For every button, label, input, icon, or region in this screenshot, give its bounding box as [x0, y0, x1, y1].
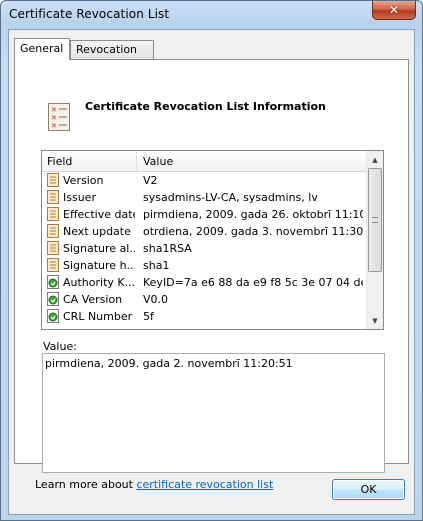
extension-icon — [47, 292, 59, 306]
arrow-up-icon: ▲ — [372, 155, 378, 164]
scroll-thumb[interactable] — [368, 168, 382, 272]
info-heading: Certificate Revocation List Information — [85, 100, 326, 113]
extension-icon — [47, 275, 59, 289]
learn-more-text: Learn more about certificate revocation … — [35, 478, 273, 491]
tab-revocation-list[interactable]: Revocation List — [70, 40, 154, 73]
row-field: Signature al... — [63, 242, 135, 255]
row-field: Signature h... — [63, 259, 135, 272]
row-field: CRL Number — [63, 310, 133, 323]
row-field: Version — [63, 174, 104, 187]
row-field: Authority K... — [63, 276, 135, 289]
list-row[interactable]: Version V2 — [42, 172, 366, 189]
arrow-down-icon: ▼ — [372, 316, 378, 325]
list-row[interactable]: CA Version V0.0 — [42, 291, 366, 308]
list-rows: Version V2 Issuer sysadmins-LV-CA, sysad… — [42, 172, 366, 325]
value-label: Value: — [43, 340, 77, 353]
list-header: Field Value — [42, 151, 366, 172]
title-bar[interactable]: Certificate Revocation List ✕ — [1, 1, 422, 29]
row-field: Effective date — [63, 208, 135, 221]
column-header-value[interactable]: Value — [143, 155, 173, 168]
dialog-window: Certificate Revocation List ✕ General Re… — [0, 0, 423, 521]
close-button[interactable]: ✕ — [372, 1, 416, 20]
row-value: sha1 — [143, 259, 170, 272]
list-row[interactable]: Next update otrdiena, 2009. gada 3. nove… — [42, 223, 366, 240]
row-value: 5f — [143, 310, 154, 323]
svg-text:✕: ✕ — [51, 114, 57, 122]
row-field: CA Version — [63, 293, 123, 306]
row-field: Next update — [63, 225, 131, 238]
field-doc-icon — [47, 173, 59, 187]
crl-document-icon: ✕ ✕ ✕ — [48, 103, 70, 131]
learn-more-link[interactable]: certificate revocation list — [136, 478, 273, 491]
scroll-up-button[interactable]: ▲ — [367, 151, 383, 168]
row-value: sysadmins-LV-CA, sysadmins, lv — [143, 191, 318, 204]
column-header-field[interactable]: Field — [47, 155, 72, 168]
tab-general[interactable]: General — [14, 38, 70, 60]
row-value: sha1RSA — [143, 242, 192, 255]
scroll-down-button[interactable]: ▼ — [367, 312, 383, 329]
learn-more-prefix: Learn more about — [35, 478, 137, 491]
value-textbox[interactable]: pirmdiena, 2009. gada 2. novembrī 11:20:… — [42, 353, 385, 473]
list-row[interactable]: Signature al... sha1RSA — [42, 240, 366, 257]
column-divider[interactable] — [136, 152, 137, 171]
list-row[interactable]: Effective date pirmdiena, 2009. gada 26.… — [42, 206, 366, 223]
field-doc-icon — [47, 258, 59, 272]
dialog-client: General Revocation List ✕ ✕ ✕ Certificat… — [8, 29, 415, 515]
row-value: V0.0 — [143, 293, 169, 306]
row-value: V2 — [143, 174, 158, 187]
field-doc-icon — [47, 207, 59, 221]
svg-text:✕: ✕ — [51, 106, 57, 114]
list-row[interactable]: Issuer sysadmins-LV-CA, sysadmins, lv — [42, 189, 366, 206]
svg-text:✕: ✕ — [51, 122, 57, 130]
list-row[interactable]: Signature h... sha1 — [42, 257, 366, 274]
row-value: pirmdiena, 2009. gada 26. oktobrī 11:10:… — [143, 208, 363, 221]
row-value: otrdiena, 2009. gada 3. novembrī 11:30:5… — [143, 225, 363, 238]
row-field: Issuer — [63, 191, 96, 204]
field-doc-icon — [47, 241, 59, 255]
list-row[interactable]: CRL Number 5f — [42, 308, 366, 325]
field-doc-icon — [47, 190, 59, 204]
row-value: KeyID=7a e6 88 da e9 f8 5c 3e 07 04 de .… — [143, 276, 363, 289]
field-doc-icon — [47, 224, 59, 238]
tab-panel-general: ✕ ✕ ✕ Certificate Revocation List Inform… — [14, 59, 409, 491]
list-scrollbar[interactable]: ▲ ▼ — [366, 151, 383, 329]
close-icon: ✕ — [388, 3, 400, 17]
grip-icon — [372, 217, 378, 223]
list-row[interactable]: Authority K... KeyID=7a e6 88 da e9 f8 5… — [42, 274, 366, 291]
extension-icon — [47, 309, 59, 323]
ok-button[interactable]: OK — [332, 479, 405, 500]
window-title: Certificate Revocation List — [9, 7, 170, 21]
field-list[interactable]: Field Value Version V2 Issuer sysadmins-… — [41, 150, 384, 330]
